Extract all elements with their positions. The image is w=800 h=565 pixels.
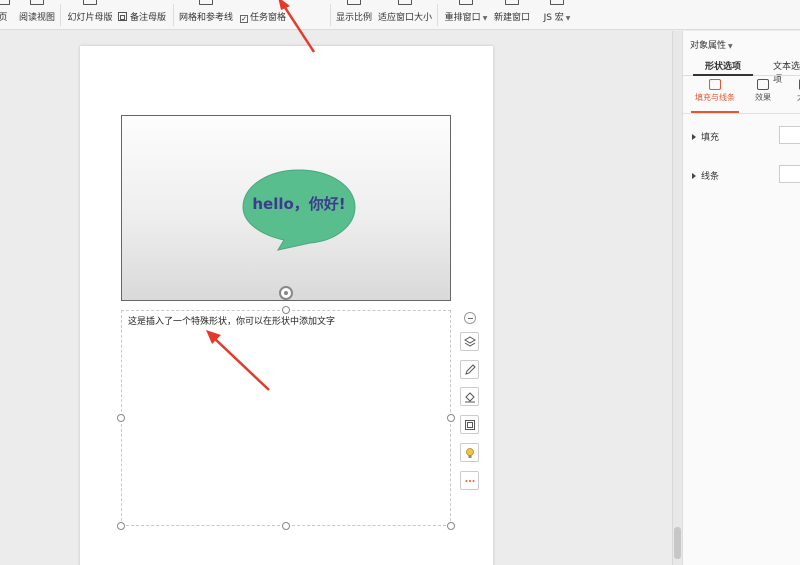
ideas-button[interactable]: [460, 443, 479, 462]
resize-handle-bottom-left[interactable]: [117, 522, 125, 530]
grid-icon: [199, 0, 213, 5]
effects-icon: [757, 79, 769, 90]
js-macro-icon: [550, 0, 564, 5]
checkbox-checked-icon: ✓: [240, 15, 248, 23]
object-properties-panel: 对象属性▼ 形状选项 文本选项 填充与线条 效果 大小 填充 线条: [682, 31, 800, 565]
vertical-scrollbar[interactable]: [672, 31, 682, 565]
fit-window-icon: [398, 0, 412, 5]
ribbon-divider: [330, 4, 331, 26]
fit-window-button[interactable]: 适应窗口大小: [378, 0, 432, 30]
fill-section[interactable]: 填充: [692, 130, 719, 143]
bubble-text: hello，你好!: [252, 195, 346, 213]
new-window-icon: [505, 0, 519, 5]
dropdown-caret-icon: ▼: [728, 43, 733, 50]
shape-text[interactable]: 这是插入了一个特殊形状，你可以在形状中添加文字: [128, 314, 335, 327]
notes-master-button[interactable]: 备注母版: [118, 0, 170, 30]
ribbon-divider: [60, 4, 61, 26]
js-macro-dropdown[interactable]: JS 宏 ▼: [540, 0, 574, 30]
more-dots-icon: [465, 480, 475, 482]
slide-master-icon: [83, 0, 97, 5]
subtab-fill-line[interactable]: 填充与线条: [691, 79, 739, 103]
rearrange-window-icon: [459, 0, 473, 5]
collapse-toolbar-icon[interactable]: [464, 312, 476, 324]
fill-line-icon: [709, 79, 721, 90]
slide-master-button[interactable]: 幻灯片母版: [66, 0, 114, 30]
dropdown-caret-icon: ▼: [565, 15, 571, 22]
zoom-button[interactable]: 显示比例: [336, 0, 372, 30]
subtab-effects[interactable]: 效果: [745, 79, 781, 103]
zoom-icon: [347, 0, 361, 5]
frame-icon: [465, 420, 475, 430]
layers-button[interactable]: [460, 332, 479, 351]
subtab-divider: [683, 113, 800, 114]
outline-button[interactable]: [460, 360, 479, 379]
ribbon-toolbar: 页 阅读视图 幻灯片母版 备注母版 网格和参考线 ✓ 任务窗格 显示比例 适应窗口…: [0, 0, 800, 30]
grid-guides-button[interactable]: 网格和参考线: [178, 0, 234, 30]
fill-button[interactable]: [460, 387, 479, 406]
rotate-handle[interactable]: [279, 286, 293, 300]
ribbon-divider: [437, 4, 438, 26]
reading-view-icon: [30, 0, 44, 5]
tab-shape-options[interactable]: 形状选项: [705, 59, 741, 72]
panel-title[interactable]: 对象属性 ▼: [690, 38, 733, 51]
new-window-button[interactable]: 新建窗口: [493, 0, 531, 30]
rearrange-window-dropdown[interactable]: 重排窗口 ▼: [444, 0, 488, 30]
text-shape-box[interactable]: 这是插入了一个特殊形状，你可以在形状中添加文字: [121, 310, 451, 526]
pencil-icon: [465, 364, 476, 375]
subtab-size[interactable]: 大小: [787, 79, 800, 103]
expand-triangle-icon: [692, 173, 696, 179]
task-pane-checkbox[interactable]: ✓ 任务窗格: [240, 0, 292, 30]
line-dropdown[interactable]: [779, 165, 800, 183]
image-frame[interactable]: hello，你好!: [121, 115, 451, 301]
resize-handle-top[interactable]: [282, 306, 290, 314]
paint-bucket-icon: [465, 392, 475, 403]
frame-button[interactable]: [460, 415, 479, 434]
resize-handle-bottom[interactable]: [282, 522, 290, 530]
resize-handle-bottom-right[interactable]: [447, 522, 455, 530]
lightbulb-icon: [466, 448, 474, 458]
page-view-button[interactable]: 页: [0, 0, 14, 30]
resize-handle-right[interactable]: [447, 414, 455, 422]
active-tab-indicator: [693, 74, 753, 76]
line-section[interactable]: 线条: [692, 169, 719, 182]
reading-view-button[interactable]: 阅读视图: [17, 0, 57, 30]
page-view-icon: [0, 0, 10, 5]
layers-icon: [464, 336, 476, 347]
dropdown-caret-icon: ▼: [482, 15, 488, 22]
more-options-button[interactable]: [460, 471, 479, 490]
notes-master-icon: [118, 12, 127, 21]
scrollbar-thumb[interactable]: [674, 527, 681, 559]
fill-dropdown[interactable]: [779, 126, 800, 144]
expand-triangle-icon: [692, 134, 696, 140]
ribbon-divider: [173, 4, 174, 26]
resize-handle-left[interactable]: [117, 414, 125, 422]
